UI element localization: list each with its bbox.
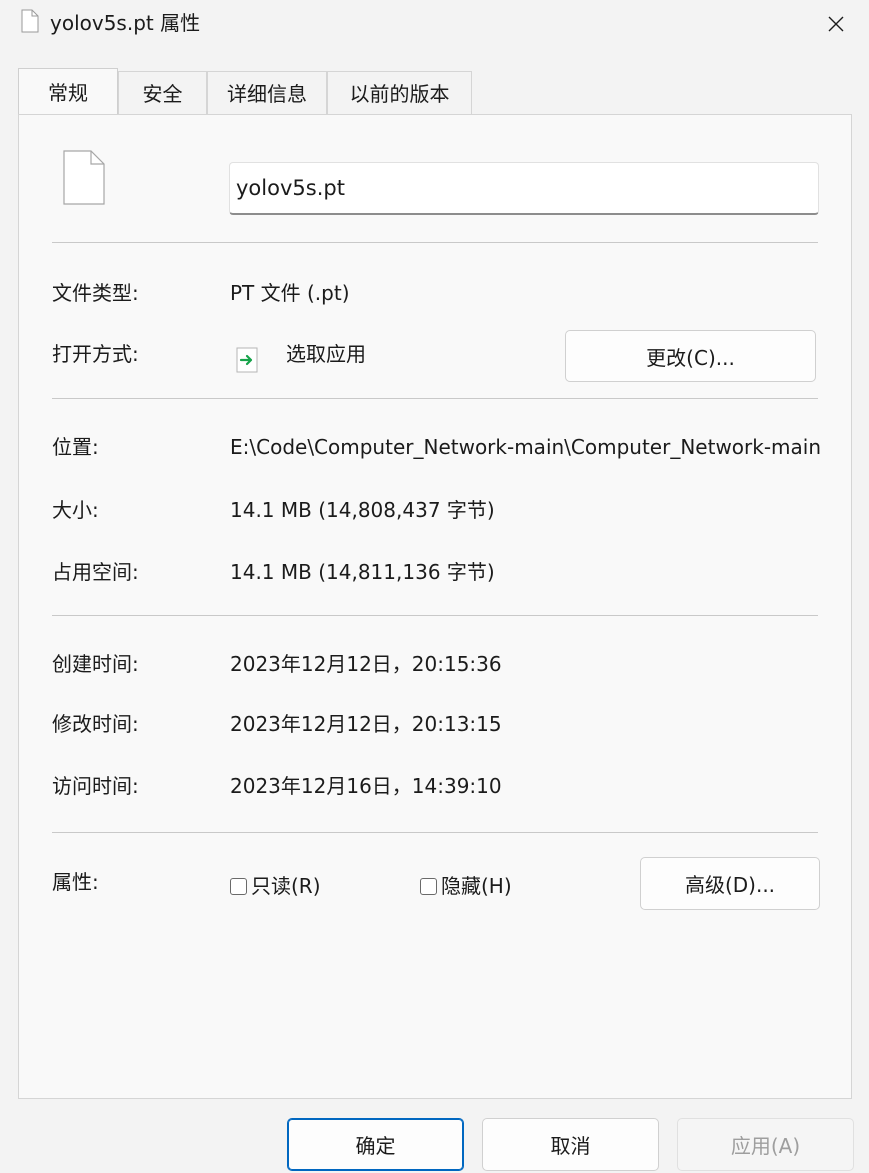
- size-label: 大小:: [52, 498, 99, 522]
- file-name-input[interactable]: [229, 162, 819, 215]
- apply-button[interactable]: 应用(A): [677, 1118, 854, 1171]
- close-button[interactable]: [803, 0, 869, 48]
- ok-button[interactable]: 确定: [287, 1118, 464, 1171]
- hidden-label: 隐藏(H): [441, 874, 512, 898]
- open-with-value: 选取应用: [286, 342, 366, 366]
- size-on-disk-label: 占用空间:: [52, 560, 139, 584]
- tab-security[interactable]: 安全: [118, 71, 207, 115]
- size-on-disk-value: 14.1 MB (14,811,136 字节): [230, 560, 495, 584]
- attributes-label: 属性:: [52, 870, 99, 894]
- created-value: 2023年12月12日，20:15:36: [230, 652, 502, 676]
- location-value[interactable]: E:\Code\Computer_Network-main\Computer_N…: [230, 434, 822, 460]
- file-icon: [63, 150, 105, 205]
- tab-details[interactable]: 详细信息: [207, 71, 327, 115]
- hidden-checkbox-box[interactable]: [420, 877, 437, 895]
- modified-label: 修改时间:: [52, 712, 139, 736]
- file-icon: [21, 9, 39, 33]
- divider: [52, 398, 818, 399]
- divider: [52, 242, 818, 243]
- location-label: 位置:: [52, 435, 99, 459]
- accessed-label: 访问时间:: [52, 774, 139, 798]
- divider: [52, 615, 818, 616]
- properties-window: yolov5s.pt 属性 常规 安全 详细信息 以前的版本 文件类型: PT …: [0, 0, 869, 1173]
- divider: [52, 832, 818, 833]
- advanced-button[interactable]: 高级(D)...: [640, 857, 820, 910]
- readonly-checkbox[interactable]: 只读(R): [230, 873, 321, 899]
- created-label: 创建时间:: [52, 652, 139, 676]
- cancel-button[interactable]: 取消: [482, 1118, 659, 1171]
- readonly-checkbox-box[interactable]: [230, 877, 247, 895]
- file-type-label: 文件类型:: [52, 281, 139, 305]
- general-panel: [18, 114, 852, 1099]
- size-value: 14.1 MB (14,808,437 字节): [230, 498, 495, 522]
- open-with-label: 打开方式:: [52, 342, 139, 366]
- change-button[interactable]: 更改(C)...: [565, 330, 816, 382]
- title-bar: yolov5s.pt 属性: [0, 0, 869, 48]
- modified-value: 2023年12月12日，20:13:15: [230, 712, 502, 736]
- file-type-value: PT 文件 (.pt): [230, 281, 350, 305]
- pick-app-icon: [236, 347, 258, 373]
- readonly-label: 只读(R): [251, 874, 321, 898]
- accessed-value: 2023年12月16日，14:39:10: [230, 774, 502, 798]
- tab-general[interactable]: 常规: [18, 68, 118, 114]
- window-title: yolov5s.pt 属性: [50, 11, 201, 35]
- close-icon: [828, 16, 844, 32]
- hidden-checkbox[interactable]: 隐藏(H): [420, 873, 512, 899]
- tab-previous-versions[interactable]: 以前的版本: [327, 71, 472, 115]
